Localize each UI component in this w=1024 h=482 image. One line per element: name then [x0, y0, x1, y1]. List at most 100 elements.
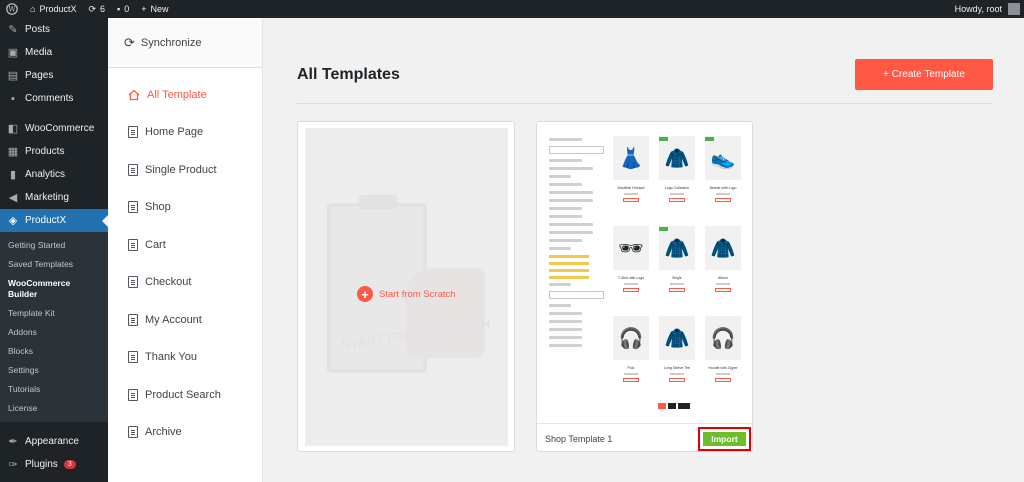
submenu-addons[interactable]: Addons	[0, 323, 108, 342]
submenu-getting-started[interactable]: Getting Started	[0, 236, 108, 255]
create-template-button[interactable]: + Create Template	[855, 59, 993, 90]
submenu-saved-templates[interactable]: Saved Templates	[0, 255, 108, 274]
product-thumbnail: 👟 Beanie with Logo	[705, 136, 741, 218]
menu-item-plugins[interactable]: ✑ Plugins 3	[0, 453, 108, 476]
main-content: All Templates + Create Template START FR…	[263, 18, 1024, 482]
new-label: New	[150, 4, 169, 14]
scratch-template-card[interactable]: START FROM SCRATCH + Start from Scratch	[297, 121, 515, 452]
product-name: Beanie with Logo	[709, 186, 737, 190]
account-menu[interactable]: Howdy, root	[949, 0, 1024, 18]
plus-circle-icon: +	[357, 286, 373, 302]
tnav-my-account[interactable]: My Account	[108, 301, 262, 339]
tnav-label: Checkout	[145, 276, 192, 289]
admin-bar: W ⌂ ProductX ⟳ 6 ▪ 0 + New Howdy, root	[0, 0, 1024, 18]
product-thumbnail: 👗 Woolfnte Hmnpot	[613, 136, 649, 218]
menu-label: Analytics	[25, 169, 66, 180]
wordpress-icon: W	[6, 3, 18, 15]
sync-label: Synchronize	[140, 36, 202, 49]
submenu-template-kit[interactable]: Template Kit	[0, 304, 108, 323]
product-name: Hoodie with Zipper	[708, 366, 738, 370]
greeting: Howdy, root	[954, 4, 1002, 14]
menu-label: Marketing	[25, 192, 69, 203]
sale-badge	[705, 137, 714, 141]
menu-item-appearance[interactable]: ✒ Appearance	[0, 430, 108, 453]
tnav-label: Home Page	[145, 126, 204, 139]
menu-label: ProductX	[25, 215, 67, 226]
product-thumbnail: 🎧 Hoodie with Zipper	[705, 316, 741, 398]
updates-link[interactable]: ⟳ 6	[82, 0, 111, 18]
product-image: 🕶	[613, 226, 649, 270]
document-icon	[128, 126, 138, 139]
product-thumbnail: 🧥 Single	[659, 226, 695, 308]
marketing-icon: ◀	[8, 192, 18, 204]
product-name: Long Sleeve Tee	[663, 366, 690, 370]
tnav-label: Shop	[145, 201, 171, 214]
document-icon	[128, 276, 138, 289]
menu-item-posts[interactable]: ✎ Posts	[0, 18, 108, 41]
import-button[interactable]: Import	[703, 432, 746, 446]
menu-label: Plugins	[25, 459, 58, 470]
wordpress-logo[interactable]: W	[0, 0, 24, 18]
new-content-link[interactable]: + New	[135, 0, 174, 18]
product-thumbnail: 🧥 Logo Collection	[659, 136, 695, 218]
site-name: ProductX	[39, 4, 77, 14]
tnav-home-page[interactable]: Home Page	[108, 114, 262, 152]
menu-label: Posts	[25, 24, 51, 35]
scratch-preview: START FROM SCRATCH + Start from Scratch	[305, 128, 508, 446]
menu-label: Comments	[25, 93, 74, 104]
tnav-product-search[interactable]: Product Search	[108, 376, 262, 414]
start-from-scratch-button[interactable]: + Start from Scratch	[357, 286, 456, 302]
menu-item-comments[interactable]: ▪ Comments	[0, 87, 108, 110]
submenu-tutorials[interactable]: Tutorials	[0, 380, 108, 399]
menu-item-productx[interactable]: ◈ ProductX	[0, 209, 108, 232]
tnav-label: Single Product	[145, 163, 217, 176]
media-icon: ▣	[7, 47, 19, 59]
product-image: 🧥	[659, 136, 695, 180]
productx-submenu: Getting Started Saved Templates WooComme…	[0, 232, 108, 422]
tnav-label: Cart	[145, 238, 166, 251]
menu-label: Pages	[25, 70, 54, 81]
tnav-single-product[interactable]: Single Product	[108, 151, 262, 189]
document-icon	[128, 201, 138, 214]
comments-link[interactable]: ▪ 0	[111, 0, 135, 18]
tnav-label: Thank You	[145, 351, 197, 364]
updates-icon: ⟳	[88, 3, 97, 14]
product-thumbnail: 🕶 T-Shirt with Logo	[613, 226, 649, 308]
document-icon	[128, 351, 138, 364]
menu-item-products[interactable]: ▦ Products	[0, 140, 108, 163]
comments-count: 0	[124, 4, 130, 14]
menu-item-woocommerce[interactable]: ◧ WooCommerce	[0, 117, 108, 140]
menu-item-marketing[interactable]: ◀ Marketing	[0, 186, 108, 209]
tnav-label: Archive	[145, 426, 182, 439]
submenu-woocommerce-builder[interactable]: WooCommerce Builder	[0, 274, 108, 304]
product-name: Single	[672, 276, 682, 280]
tnav-archive[interactable]: Archive	[108, 414, 262, 452]
shop-template-preview[interactable]: 👗 Woolfnte Hmnpot 🧥 Logo Collection 👟 Beanie …	[545, 130, 745, 422]
document-icon	[128, 388, 138, 401]
product-image: 🧥	[659, 226, 695, 270]
submenu-license[interactable]: License	[0, 399, 108, 418]
updates-count: 6	[100, 4, 106, 14]
synchronize-button[interactable]: ⟳ Synchronize	[108, 18, 262, 68]
tnav-cart[interactable]: Cart	[108, 226, 262, 264]
sale-badge	[659, 137, 668, 141]
menu-item-media[interactable]: ▣ Media	[0, 41, 108, 64]
product-image: 🎧	[613, 316, 649, 360]
appearance-icon: ✒	[8, 436, 18, 448]
menu-item-pages[interactable]: ▤ Pages	[0, 64, 108, 87]
template-name: Shop Template 1	[545, 434, 613, 444]
submenu-blocks[interactable]: Blocks	[0, 342, 108, 361]
productx-icon: ◈	[8, 215, 18, 227]
tnav-thank-you[interactable]: Thank You	[108, 339, 262, 377]
tnav-label: Product Search	[145, 388, 221, 401]
divider	[297, 103, 993, 104]
pushpin-icon: ✎	[8, 24, 18, 36]
tnav-shop[interactable]: Shop	[108, 189, 262, 227]
tnav-all-template[interactable]: All Template	[108, 76, 262, 114]
template-nav: All Template Home Page Single Product Sh…	[108, 68, 262, 451]
admin-menu: ✎ Posts ▣ Media ▤ Pages ▪ Comments ◧ WooComme…	[0, 18, 108, 482]
site-name-link[interactable]: ⌂ ProductX	[24, 0, 82, 18]
tnav-checkout[interactable]: Checkout	[108, 264, 262, 302]
menu-item-analytics[interactable]: ▮ Analytics	[0, 163, 108, 186]
submenu-settings[interactable]: Settings	[0, 361, 108, 380]
